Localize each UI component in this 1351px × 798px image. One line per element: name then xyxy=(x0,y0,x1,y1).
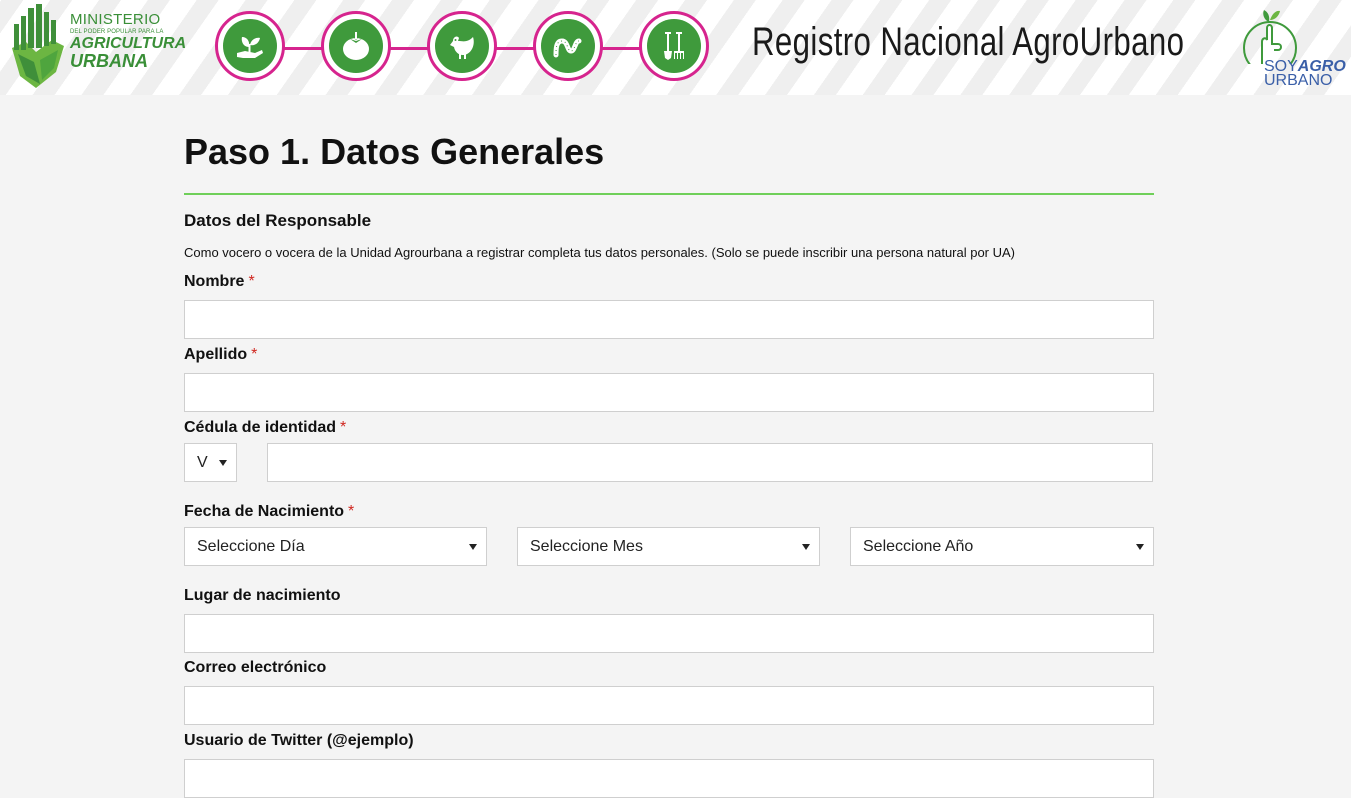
hen-icon[interactable] xyxy=(427,11,497,81)
seedling-hand-icon-bg xyxy=(223,19,277,73)
field-apellido: Apellido * xyxy=(184,346,1154,412)
ministry-logo-line1: MINISTERIO xyxy=(70,11,161,28)
year-select[interactable]: Seleccione Año xyxy=(850,527,1154,566)
apellido-label: Apellido * xyxy=(184,346,1154,366)
site-title: Registro Nacional AgroUrbano xyxy=(752,20,1185,64)
cedula-label: Cédula de identidad * xyxy=(184,419,1154,439)
garden-tools-icon-svg xyxy=(664,32,684,60)
field-fecha-nacimiento: Fecha de Nacimiento * Seleccione Día Sele… xyxy=(184,503,1154,566)
section-title: Datos del Responsable xyxy=(184,211,372,230)
apellido-label-text: Apellido xyxy=(184,346,248,363)
required-mark: * xyxy=(248,273,255,290)
worm-icon-bg xyxy=(541,19,595,73)
cedula-number-input[interactable] xyxy=(267,443,1153,482)
category-icons xyxy=(215,11,715,85)
field-twitter: Usuario de Twitter (@ejemplo) xyxy=(184,732,1154,798)
soy-logo-urbano: URBANO xyxy=(1264,72,1333,90)
field-correo: Correo electrónico xyxy=(184,659,1154,725)
ministry-logo[interactable]: MINISTERIO DEL PODER POPULAR PARA LA AGR… xyxy=(6,2,186,92)
hen-icon-bg xyxy=(435,19,489,73)
fecha-label: Fecha de Nacimiento * xyxy=(184,503,1154,523)
tomato-icon-svg xyxy=(343,32,369,60)
lugar-label: Lugar de nacimiento xyxy=(184,587,341,604)
email-field[interactable] xyxy=(184,686,1154,725)
site-header: MINISTERIO DEL PODER POPULAR PARA LA AGR… xyxy=(0,0,1351,95)
chevron-down-icon xyxy=(219,460,227,466)
seedling-hand-icon[interactable] xyxy=(215,11,285,81)
soy-agrourbano-logo[interactable]: SOYAGRO URBANO xyxy=(1240,4,1346,92)
page-title: Paso 1. Datos Generales xyxy=(184,131,605,172)
field-lugar-nacimiento: Lugar de nacimiento xyxy=(184,587,1154,653)
tomato-icon[interactable] xyxy=(321,11,391,81)
worm-icon[interactable] xyxy=(533,11,603,81)
tomato-icon-bg xyxy=(329,19,383,73)
year-select-value: Seleccione Año xyxy=(863,538,974,555)
day-select-value: Seleccione Día xyxy=(197,538,305,555)
ministry-logo-text: MINISTERIO DEL PODER POPULAR PARA LA AGR… xyxy=(70,11,187,71)
garden-tools-icon-bg xyxy=(647,19,701,73)
twitter-label: Usuario de Twitter (@ejemplo) xyxy=(184,732,414,749)
month-select[interactable]: Seleccione Mes xyxy=(517,527,820,566)
nombre-label-text: Nombre xyxy=(184,273,245,290)
day-select[interactable]: Seleccione Día xyxy=(184,527,487,566)
ministry-logo-line3: AGRICULTURA xyxy=(70,35,187,52)
registration-form: Paso 1. Datos Generales Datos del Respon… xyxy=(184,95,1154,798)
fecha-label-text: Fecha de Nacimiento xyxy=(184,503,345,520)
cedula-prefix-select[interactable]: V xyxy=(184,443,237,482)
field-nombre: Nombre * xyxy=(184,273,1154,339)
twitter-input[interactable] xyxy=(184,759,1154,798)
chevron-down-icon xyxy=(1136,544,1144,550)
required-mark: * xyxy=(348,503,355,520)
seedling-hand-icon-svg xyxy=(237,37,263,58)
nombre-input[interactable] xyxy=(184,300,1154,339)
worm-icon-svg xyxy=(553,38,582,58)
required-mark: * xyxy=(251,346,258,363)
soy-agrourbano-logo-icon xyxy=(1243,10,1297,64)
soy-agrourbano-logo-text: SOYAGRO URBANO xyxy=(1264,59,1346,90)
title-divider xyxy=(184,193,1154,195)
cedula-prefix-value: V xyxy=(197,454,208,471)
ministry-logo-icon xyxy=(12,4,64,88)
chevron-down-icon xyxy=(469,544,477,550)
garden-tools-icon[interactable] xyxy=(639,11,709,81)
nombre-label: Nombre * xyxy=(184,273,1154,293)
field-cedula: Cédula de identidad * V xyxy=(184,419,1154,482)
apellido-input[interactable] xyxy=(184,373,1154,412)
lugar-input[interactable] xyxy=(184,614,1154,653)
chevron-down-icon xyxy=(802,544,810,550)
required-mark: * xyxy=(340,419,347,436)
cedula-label-text: Cédula de identidad xyxy=(184,419,337,436)
month-select-value: Seleccione Mes xyxy=(530,538,643,555)
ministry-logo-line4: URBANA xyxy=(70,51,148,71)
correo-label: Correo electrónico xyxy=(184,659,327,676)
hen-icon-svg xyxy=(450,36,474,59)
section-description: Como vocero o vocera de la Unidad Agrour… xyxy=(184,245,1016,260)
